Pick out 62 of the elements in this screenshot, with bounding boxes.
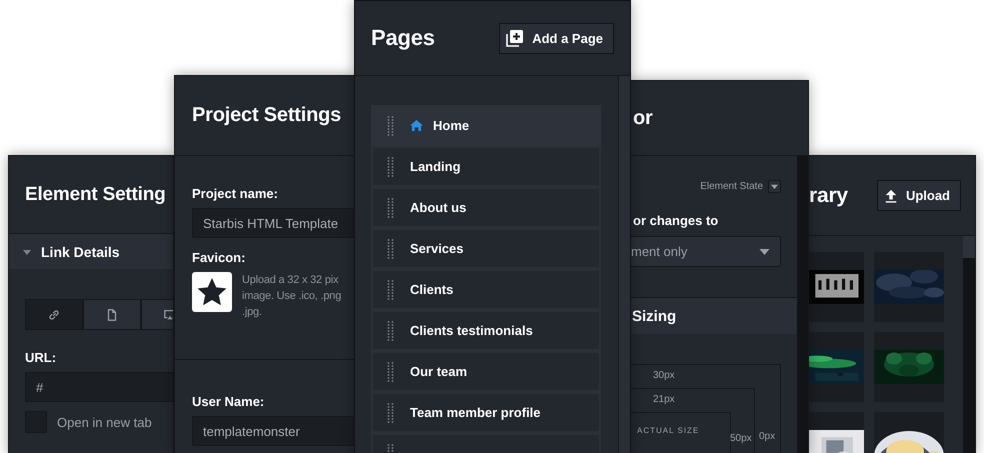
project-name-field[interactable]: Starbis HTML Template: [192, 208, 355, 238]
favicon-upload[interactable]: [192, 272, 232, 312]
field-label: Project name:: [192, 186, 279, 201]
caret-icon: [23, 248, 31, 256]
section-header: Sizing: [631, 297, 797, 334]
drag-handle-icon: [387, 198, 394, 218]
caret-icon: [759, 248, 770, 254]
content-size-label: ACTUAL SIZE: [637, 426, 700, 435]
margin-top-value: 30px: [653, 370, 675, 381]
screen-icon: [163, 308, 173, 322]
drag-handle-icon: [387, 402, 394, 422]
checkbox-label: Open in new tab: [57, 414, 152, 430]
add-page-button[interactable]: Add a Page: [499, 22, 614, 54]
element-state-dropdown[interactable]: [768, 180, 781, 193]
section-header[interactable]: Link Details: [9, 234, 173, 269]
thumbnail-tile[interactable]: [809, 332, 864, 402]
thumbnail-tile[interactable]: [809, 252, 864, 322]
field-label: URL:: [25, 350, 58, 365]
apply-dropdown[interactable]: ment only: [631, 236, 781, 267]
panel-title: Pages: [371, 25, 435, 51]
page-item[interactable]: Landing: [371, 146, 601, 187]
panel-title: Project Settings: [192, 104, 342, 127]
drag-handle-icon: [387, 156, 394, 176]
thumbnail-tile[interactable]: [874, 252, 944, 322]
scrollbar[interactable]: [618, 76, 630, 453]
thumbnail-tile[interactable]: [874, 332, 944, 402]
link-icon: [47, 308, 61, 322]
drag-handle-icon: [387, 238, 394, 258]
page-item[interactable]: Clients testimonials: [371, 310, 601, 351]
url-field[interactable]: #: [25, 372, 173, 402]
home-icon: [410, 120, 423, 131]
field-label: Favicon:: [192, 250, 246, 265]
drag-handle-icon: [387, 320, 394, 340]
page-item[interactable]: Clients: [371, 269, 601, 310]
drag-handle-icon: [387, 116, 394, 136]
file-icon: [105, 308, 119, 322]
page-item[interactable]: Team member profile: [371, 392, 601, 433]
caret-icon: [771, 183, 778, 190]
margin-right-value: 0px: [759, 431, 776, 442]
padding-top-value: 21px: [653, 394, 675, 405]
scrollbar[interactable]: [797, 156, 808, 453]
panel-title: or: [633, 106, 653, 130]
drag-handle-icon: [387, 280, 394, 300]
page-item[interactable]: Services: [371, 228, 601, 269]
field-label: User Name:: [192, 394, 266, 409]
padding-right-value: 50px: [730, 433, 752, 444]
drag-handle-icon: [387, 362, 394, 382]
element-state-label: Element State: [700, 181, 763, 192]
upload-button[interactable]: Upload: [876, 180, 961, 211]
page-item[interactable]: Home: [371, 105, 601, 146]
star-icon: [196, 276, 228, 308]
file-tab[interactable]: [83, 299, 141, 330]
page-item[interactable]: About us: [371, 187, 601, 228]
favicon-hint: Upload a 32 x 32 pix image. Use .ico, .png .jpg.: [242, 273, 342, 320]
panel-title: Element Setting: [25, 184, 166, 206]
page-item[interactable]: Our team: [371, 351, 601, 392]
field-label: or changes to: [633, 213, 720, 228]
add-page-icon: [506, 29, 524, 47]
upload-icon: [884, 188, 898, 202]
user-name-field[interactable]: templatemonster: [192, 416, 355, 446]
panel-title: rary: [809, 184, 848, 208]
scrollbar[interactable]: [963, 236, 975, 453]
